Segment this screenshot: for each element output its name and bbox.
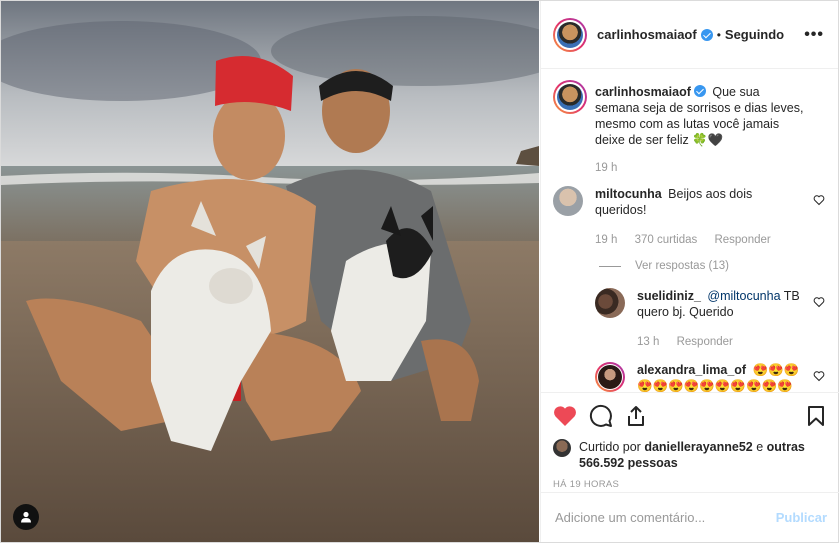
comment-input[interactable] [555, 510, 776, 525]
reply-username[interactable]: alexandra_lima_of [637, 363, 746, 377]
reply-button[interactable]: Responder [677, 336, 733, 348]
comment-meta: 19 h 370 curtidas Responder [595, 232, 805, 248]
view-replies-label: Ver respostas (13) [635, 260, 729, 272]
reply-username[interactable]: suelidiniz_ [637, 289, 701, 303]
caption-meta: 19 h [595, 160, 805, 176]
add-comment-bar: Publicar [541, 492, 839, 542]
comment-username[interactable]: miltocunha [595, 187, 662, 201]
likes-prefix: Curtido por [579, 440, 641, 454]
reply-mention[interactable]: @miltocunha [707, 289, 780, 303]
like-comment-heart-icon[interactable] [813, 296, 825, 311]
likes-summary: Curtido por daniellerayanne52 e outras 5… [553, 439, 825, 471]
like-heart-icon[interactable] [553, 405, 577, 427]
reply-item: alexandra_lima_of 😍😍😍😍😍😍😍😍😍😍😍😍😍😍 [595, 362, 825, 392]
post-header: carlinhosmaiaof • Seguindo ••• [541, 1, 838, 69]
caption-username[interactable]: carlinhosmaiaof [595, 85, 691, 99]
comment-likes[interactable]: 370 curtidas [635, 234, 698, 246]
view-replies-button[interactable]: Ver respostas (13) [599, 260, 825, 272]
caption: carlinhosmaiaof Que sua semana seja de s… [553, 80, 825, 176]
post-photo[interactable] [1, 1, 539, 542]
caption-avatar[interactable] [553, 80, 587, 114]
share-icon[interactable] [625, 405, 647, 427]
comment-time[interactable]: 19 h [595, 234, 617, 246]
post-timestamp[interactable]: HÁ 19 HORAS [553, 479, 825, 490]
more-options-icon[interactable]: ••• [804, 26, 824, 44]
beach-photo [1, 1, 539, 542]
reply-button[interactable]: Responder [714, 234, 770, 246]
reply-time[interactable]: 13 h [637, 336, 659, 348]
like-comment-heart-icon[interactable] [813, 370, 825, 385]
save-bookmark-icon[interactable] [807, 405, 825, 427]
like-comment-heart-icon[interactable] [813, 194, 825, 209]
reply-avatar[interactable] [595, 362, 625, 392]
action-bar [553, 403, 825, 429]
comment-item: miltocunha Beijos aos dois queridos! 19 … [553, 186, 825, 248]
reply-item: suelidiniz_ @miltocunha TB quero bj. Que… [595, 288, 825, 350]
comments-list[interactable]: carlinhosmaiaof Que sua semana seja de s… [541, 70, 839, 392]
replies-divider [599, 265, 621, 267]
post-actions: Curtido por daniellerayanne52 e outras 5… [541, 392, 839, 492]
person-icon [21, 511, 31, 523]
verified-badge-icon [693, 85, 706, 97]
liker-username[interactable]: daniellerayanne52 [644, 440, 752, 454]
following-button[interactable]: Seguindo [725, 27, 784, 42]
post-sidebar: carlinhosmaiaof • Seguindo ••• carlinhos… [540, 1, 839, 542]
comment-avatar[interactable] [553, 186, 583, 216]
verified-badge-icon [700, 28, 713, 41]
publish-button[interactable]: Publicar [776, 510, 827, 525]
reply-meta: 13 h Responder [637, 334, 805, 350]
user-tags-button[interactable] [13, 504, 39, 530]
author-username[interactable]: carlinhosmaiaof [597, 27, 697, 42]
header-separator: • [716, 27, 721, 42]
comment-icon[interactable] [589, 404, 613, 428]
reply-avatar[interactable] [595, 288, 625, 318]
likes-middle: e [756, 440, 764, 454]
author-avatar[interactable] [553, 17, 587, 52]
liker-avatar[interactable] [553, 439, 571, 457]
caption-time[interactable]: 19 h [595, 162, 617, 174]
